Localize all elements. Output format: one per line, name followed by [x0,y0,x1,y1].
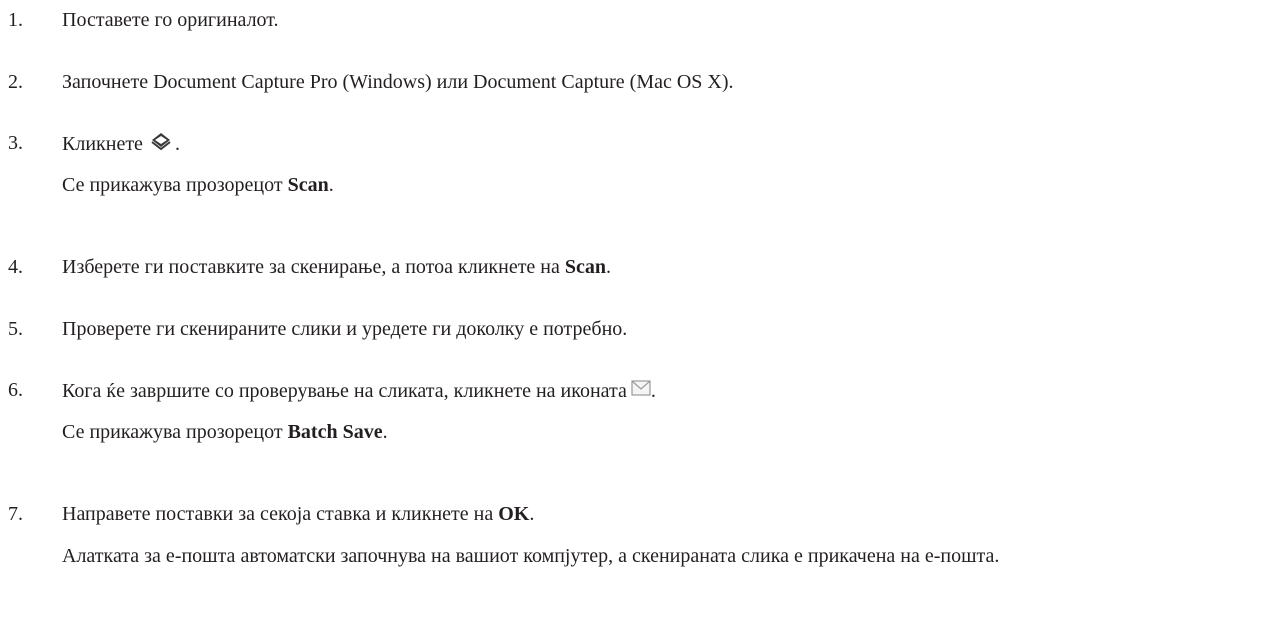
button-name: OK [498,503,530,525]
step-text: Започнете Document Capture Pro (Windows)… [62,71,734,93]
button-name: Scan [564,256,607,278]
step-result-note: Се прикажува прозорецот Scan. [62,173,334,197]
step-text-before: Кликнете [62,133,143,155]
step-text: Направете поставки за секоја ставка и кл… [62,502,534,526]
window-name: Scan [287,174,329,196]
scanner-icon [149,131,173,151]
step-number: 3. [8,132,23,154]
step-text: Поставете го оригиналот. [62,9,279,31]
step-number: 6. [8,379,23,401]
note-text-end: . [382,421,388,443]
step-number: 5. [8,318,23,340]
step-text-before: Направете поставки за секоја ставка и кл… [62,503,499,525]
step-number: 1. [8,9,23,31]
step-number: 2. [8,71,23,93]
step-result-note: Се прикажува прозорецот Batch Save. [62,420,388,444]
step-text-after: . [606,256,612,278]
email-icon [631,378,651,396]
step-text-after: . [174,133,180,155]
step-text: Изберете ги поставките за скенирање, а п… [62,255,611,279]
step-number: 4. [8,256,23,278]
step-text: Проверете ги скенираните слики и уредете… [62,318,628,340]
step-text: Кликнете. [62,131,180,156]
step-text-before: Изберете ги поставките за скенирање, а п… [62,256,565,278]
window-name: Batch Save [287,421,383,443]
step-text-after: . [650,380,656,402]
note-text: Се прикажува прозорецот [62,421,288,443]
step-text-after: . [529,503,535,525]
note-text: Се прикажува прозорецот [62,174,288,196]
step-text-before: Кога ќе завршите со проверување на слика… [62,380,627,402]
step-result-note: Алатката за е-пошта автоматски започнува… [62,545,1000,567]
step-text: Кога ќе завршите со проверување на слика… [62,378,656,403]
note-text-end: . [328,174,334,196]
step-number: 7. [8,503,23,525]
